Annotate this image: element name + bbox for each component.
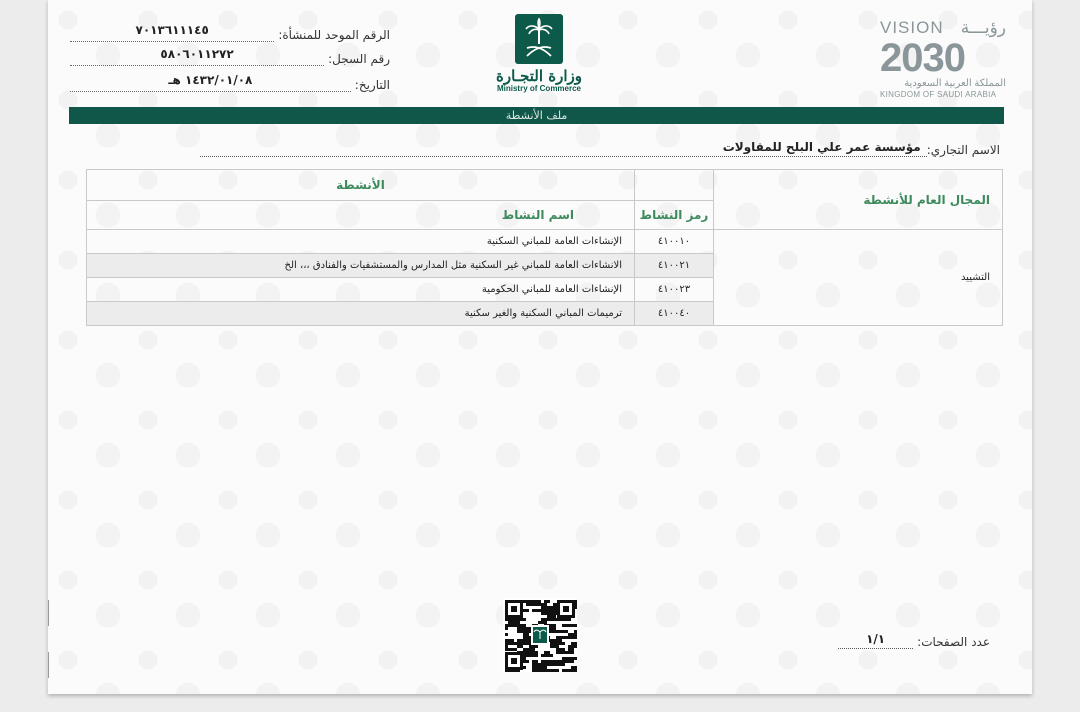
page-count-label: عدد الصفحات: — [917, 635, 990, 649]
registration-value: ٥٨٠٦٠١١٢٧٢ — [70, 47, 325, 66]
activities-header: الأنشطة — [86, 169, 635, 201]
header-empty-cell — [634, 169, 714, 201]
activities-table: المجال العام للأنشطة الأنشطة رمز النشاط … — [86, 169, 1003, 326]
page-count-value: ١/١ — [838, 632, 914, 649]
registration-row: رقم السجل: ٥٨٠٦٠١١٢٧٢ — [70, 46, 390, 66]
page-count-row: عدد الصفحات: ١/١ — [838, 632, 990, 649]
ministry-name-english: Ministry of Commerce — [496, 84, 582, 93]
activity-name: الإنشاءات العامة للمباني الحكومية — [86, 277, 635, 302]
qr-code — [503, 598, 577, 672]
ministry-logo: وزارة التجـارة Ministry of Commerce — [496, 14, 582, 93]
date-row: التاريخ: ١٤٣٢/٠١/٠٨ هـ — [70, 72, 390, 92]
activity-name-header: اسم النشاط — [86, 200, 635, 230]
palm-swords-emblem-icon — [515, 14, 563, 64]
activity-name: الإنشاءات العامة للمباني السكنية — [86, 229, 635, 254]
registration-label: رقم السجل: — [328, 52, 390, 66]
vision-kingdom-en: KINGDOM OF SAUDI ARABIA — [880, 90, 997, 99]
scroll-edge-mark — [48, 652, 49, 678]
activity-name: الانشاءات العامة للمباني غير السكنية مثل… — [86, 253, 635, 278]
section-title-bar: ملف الأنشطة — [69, 107, 1004, 124]
date-label: التاريخ: — [354, 78, 390, 92]
vision-label-ar: رؤيـــة — [960, 18, 1006, 38]
activity-code-header: رمز النشاط — [634, 200, 714, 230]
trade-name-row: الاسم التجاري: مؤسسة عمر علي البلح للمقا… — [200, 140, 1000, 157]
unified-number-value: ٧٠١٣٦١١١٤٥ — [70, 23, 275, 42]
trade-name-label: الاسم التجاري: — [926, 143, 1000, 157]
activity-code: ٤١٠٠١٠ — [634, 229, 714, 254]
activity-code: ٤١٠٠٤٠ — [634, 301, 714, 326]
activity-code: ٤١٠٠٢٣ — [634, 277, 714, 302]
scroll-edge-mark — [48, 600, 49, 626]
general-field-header: المجال العام للأنشطة — [713, 169, 1003, 230]
vision-label-en: VISION — [880, 18, 944, 37]
general-field-value: التشييد — [713, 229, 1003, 326]
activity-code: ٤١٠٠٢١ — [634, 253, 714, 278]
ministry-name-arabic: وزارة التجـارة — [496, 67, 582, 85]
unified-number-label: الرقم الموحد للمنشأة: — [278, 28, 390, 42]
vision-2030-logo: VISION رؤيـــة 2030 المملكة العربية السع… — [880, 18, 1006, 99]
trade-name-value: مؤسسة عمر علي البلح للمقاولات — [200, 140, 927, 157]
vision-year: 2030 — [880, 36, 966, 80]
activity-name: ترميمات المباني السكنية والغير سكنية — [86, 301, 635, 326]
date-value: ١٤٣٢/٠١/٠٨ هـ — [70, 73, 351, 92]
document-page — [48, 0, 1032, 694]
unified-number-row: الرقم الموحد للمنشأة: ٧٠١٣٦١١١٤٥ — [70, 22, 390, 42]
